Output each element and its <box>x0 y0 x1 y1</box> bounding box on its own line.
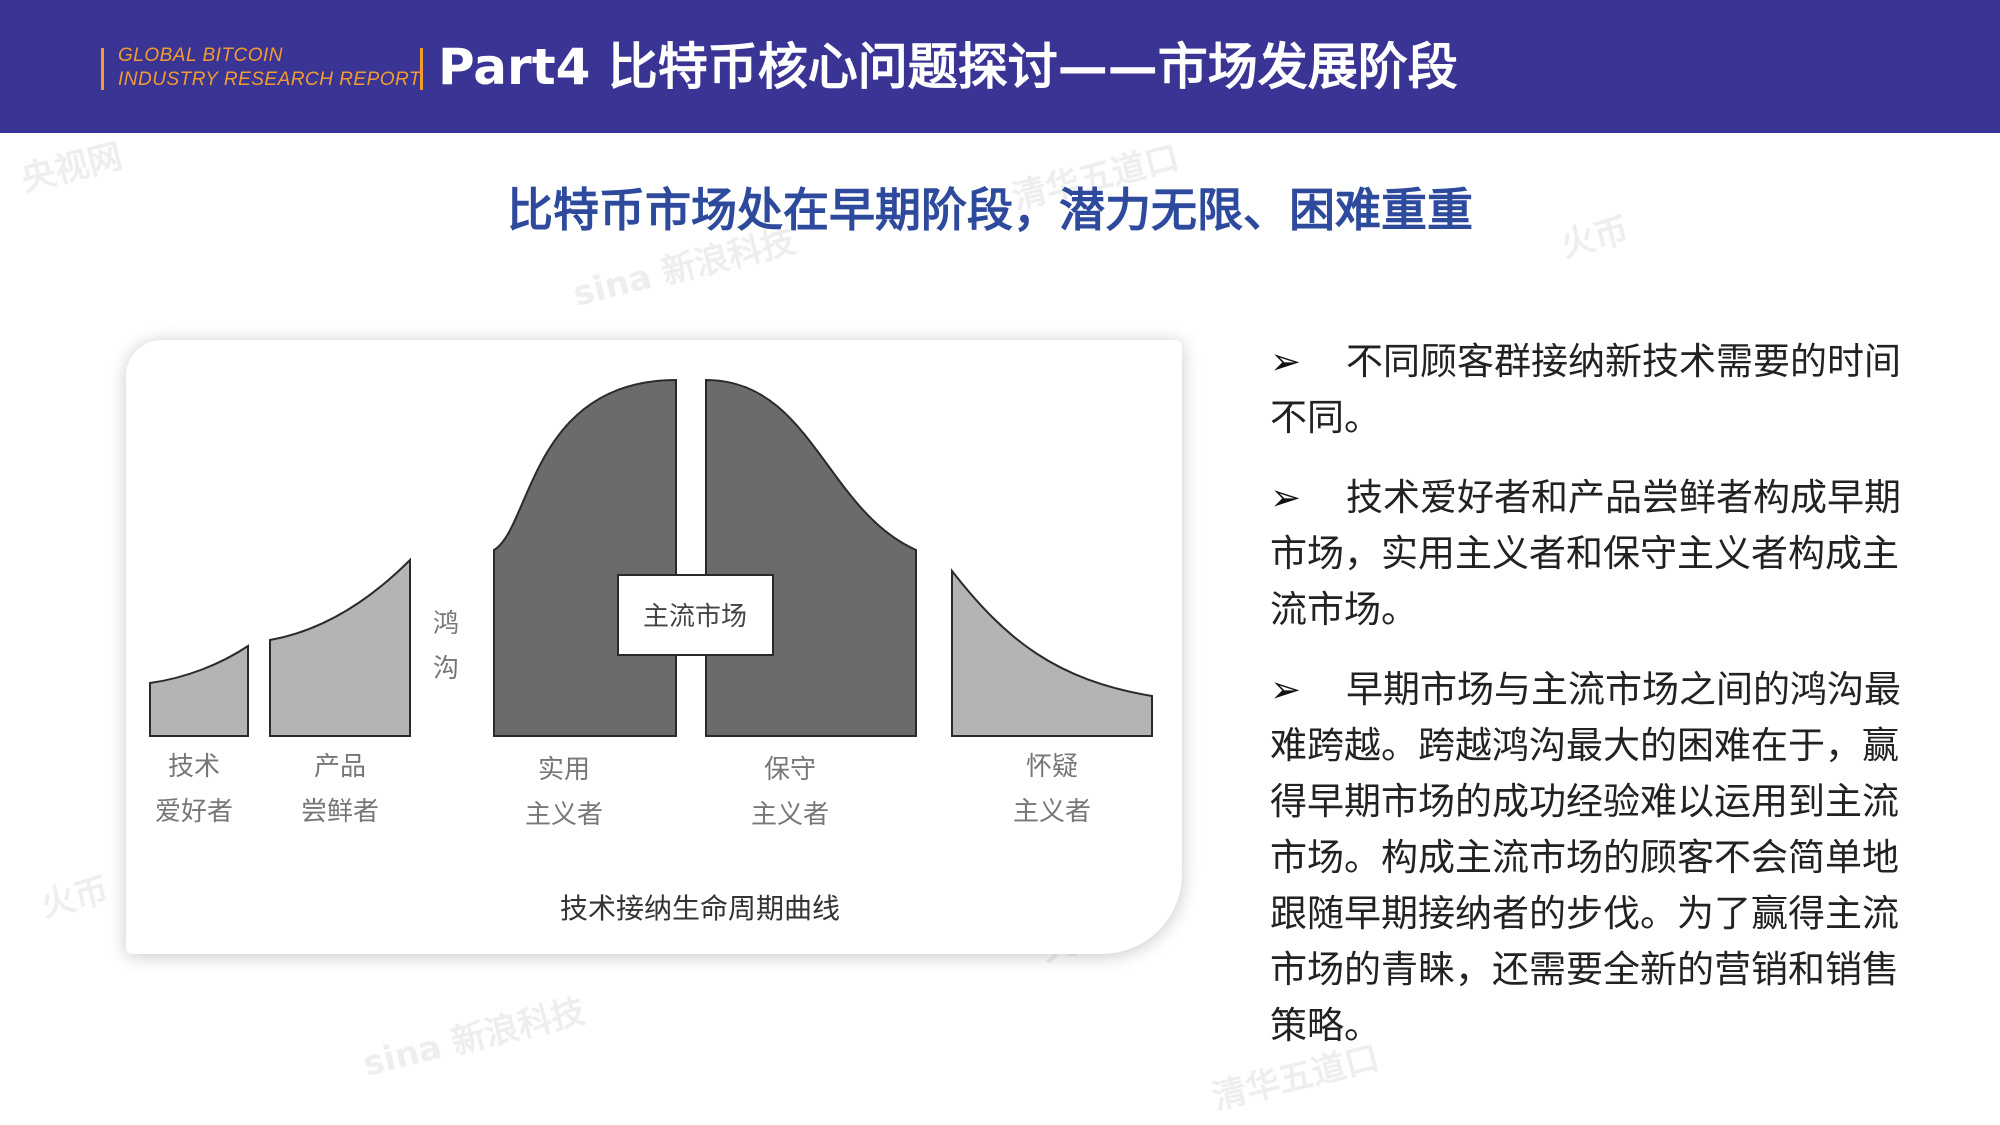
mainstream-market-label: 主流市场 <box>643 602 747 632</box>
chasm-label-2: 沟 <box>433 654 459 684</box>
watermark: sina 新浪科技 <box>359 991 590 1085</box>
segment-skeptics <box>951 568 1153 737</box>
bullet-item: ➢ 不同顾客群接纳新技术需要的时间不同。 <box>1270 334 1920 446</box>
title-divider <box>420 48 423 90</box>
segment-early-adopters <box>269 557 411 737</box>
bullet-list: ➢ 不同顾客群接纳新技术需要的时间不同。 ➢ 技术爱好者和产品尝鲜者构成早期市场，实… <box>1270 334 1920 1078</box>
group-label-line1: 技术 <box>168 752 220 782</box>
group-label-line1: 产品 <box>314 752 366 782</box>
diagram-caption: 技术接纳生命周期曲线 <box>560 892 840 925</box>
segment-pragmatists <box>493 378 677 737</box>
segment-enthusiasts <box>149 644 249 737</box>
bullet-item: ➢ 技术爱好者和产品尝鲜者构成早期市场，实用主义者和保守主义者构成主流市场。 <box>1270 470 1920 638</box>
arrow-bullet-icon: ➢ <box>1270 476 1302 519</box>
bullet-text: 技术爱好者和产品尝鲜者构成早期市场，实用主义者和保守主义者构成主流市场。 <box>1270 476 1901 631</box>
brand-logo-text: GLOBAL BITCOIN INDUSTRY RESEARCH REPORT <box>118 44 421 92</box>
group-label-line2: 主义者 <box>751 800 829 830</box>
chasm-label-1: 鸿 <box>433 609 459 639</box>
adoption-lifecycle-diagram: 主流市场 鸿 沟 技术 爱好者 产品 尝鲜者 实用 主义者 保守 主义者 怀疑 … <box>126 340 1182 954</box>
group-label-line2: 主义者 <box>1013 797 1091 827</box>
brand-line-1: GLOBAL BITCOIN <box>118 45 284 66</box>
watermark: 火币 <box>37 870 113 926</box>
group-label-line2: 爱好者 <box>155 797 233 827</box>
arrow-bullet-icon: ➢ <box>1270 668 1302 711</box>
group-label-line1: 实用 <box>538 755 590 785</box>
diagram-canvas: 主流市场 鸿 沟 技术 爱好者 产品 尝鲜者 实用 主义者 保守 主义者 怀疑 … <box>149 378 1153 925</box>
brand-divider <box>101 48 104 90</box>
group-label-line2: 尝鲜者 <box>301 797 379 827</box>
brand-line-2: INDUSTRY RESEARCH REPORT <box>118 69 422 90</box>
page-title: Part4 比特币核心问题探讨——市场发展阶段 <box>438 38 1458 96</box>
group-label-line1: 保守 <box>764 755 816 785</box>
bullet-item: ➢ 早期市场与主流市场之间的鸿沟最难跨越。跨越鸿沟最大的困难在于，赢得早期市场的成… <box>1270 662 1920 1054</box>
bullet-text: 不同顾客群接纳新技术需要的时间不同。 <box>1270 340 1901 439</box>
arrow-bullet-icon: ➢ <box>1270 340 1302 383</box>
group-label-line1: 怀疑 <box>1026 752 1078 782</box>
segment-conservatives <box>705 378 917 737</box>
slide-subtitle: 比特币市场处在早期阶段，潜力无限、困难重重 <box>507 183 1473 237</box>
header-bar: GLOBAL BITCOIN INDUSTRY RESEARCH REPORT … <box>0 0 2000 133</box>
group-label-line2: 主义者 <box>525 800 603 830</box>
bullet-text: 早期市场与主流市场之间的鸿沟最难跨越。跨越鸿沟最大的困难在于，赢得早期市场的成功… <box>1270 668 1901 1047</box>
